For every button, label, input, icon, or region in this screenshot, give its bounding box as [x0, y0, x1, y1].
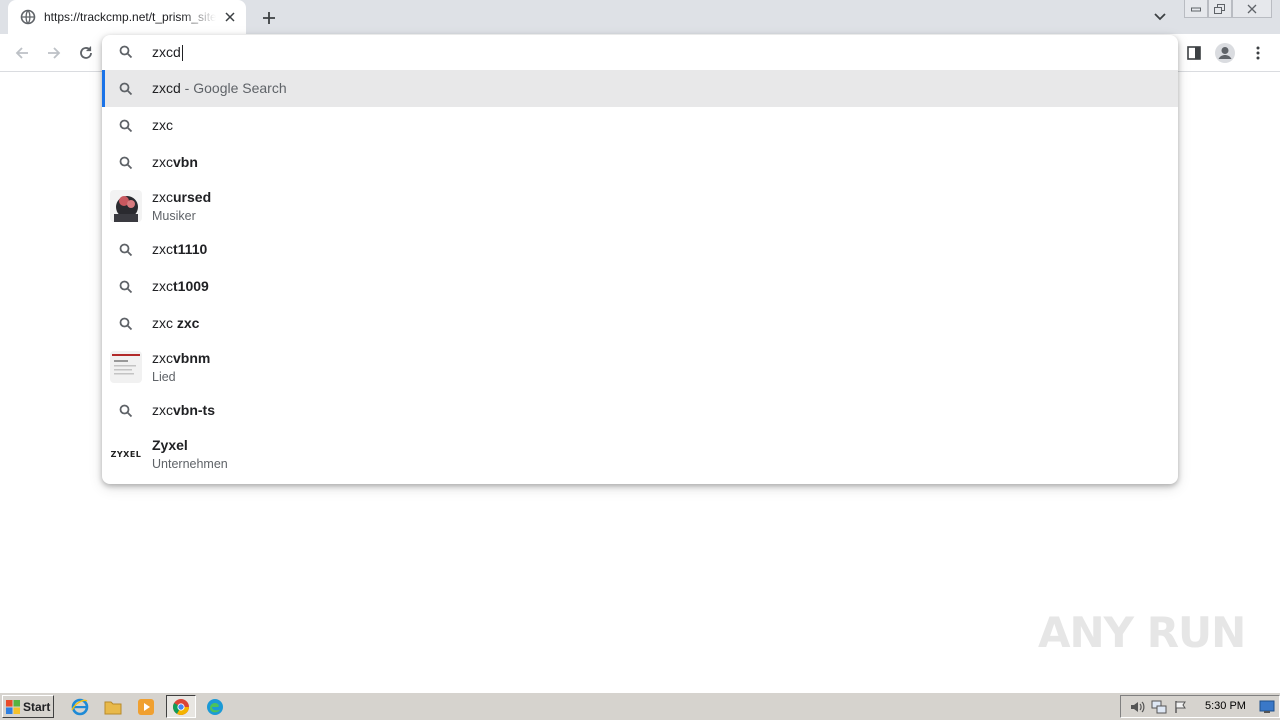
start-label: Start	[23, 699, 51, 714]
search-icon	[118, 279, 134, 295]
company-logo-text: ZYXEL	[110, 449, 142, 459]
suggestion-completion-part: vbn	[173, 154, 198, 170]
watermark: ANY RUN	[1038, 608, 1246, 657]
new-tab-button[interactable]	[258, 7, 280, 29]
suggestion-row[interactable]: zxc zxc	[102, 305, 1178, 342]
forward-arrow-icon[interactable]	[43, 42, 65, 64]
close-tab-icon[interactable]	[222, 9, 238, 25]
address-input-value[interactable]: zxcd	[152, 44, 183, 62]
suggestion-completion-part: Zyxel	[152, 437, 188, 453]
action-center-flag-icon[interactable]	[1173, 699, 1189, 715]
start-button[interactable]: Start	[2, 695, 54, 718]
suggestion-typed-part: zxc	[152, 278, 173, 294]
suggestion-row[interactable]: zxcvbn	[102, 144, 1178, 181]
text-caret	[181, 45, 183, 62]
search-icon	[118, 155, 134, 171]
suggestion-row[interactable]: zxcvbn-ts	[102, 392, 1178, 429]
suggestion-text: zxcd - Google Search	[152, 80, 287, 97]
search-icon	[118, 118, 134, 134]
suggestion-text: Zyxel	[152, 437, 188, 454]
suggestion-text: zxcvbn	[152, 154, 198, 171]
suggestion-row[interactable]: zxcursed Musiker	[102, 181, 1178, 231]
search-icon	[118, 316, 134, 332]
reload-icon[interactable]	[75, 42, 97, 64]
suggestion-completion-part: t1110	[173, 241, 208, 257]
suggestion-row[interactable]: zxc	[102, 107, 1178, 144]
windows-logo-icon	[6, 699, 20, 714]
entity-thumbnail-image	[110, 190, 142, 222]
tab-strip: https://trackcmp.net/t_prism_sitemap	[0, 0, 1280, 34]
suggestion-text: zxc	[152, 117, 173, 134]
volume-icon[interactable]	[1129, 699, 1145, 715]
suggestion-typed-part: zxc	[152, 350, 173, 366]
suggestion-row[interactable]: zxcd - Google Search	[102, 70, 1178, 107]
suggestion-row[interactable]: ZYXEL Zyxel Unternehmen	[102, 429, 1178, 479]
tab-search-chevron-icon[interactable]	[1150, 8, 1170, 26]
suggestion-typed-part: zxc	[152, 241, 173, 257]
search-icon	[118, 403, 134, 419]
suggestion-completion-part: ursed	[173, 189, 212, 205]
edge-icon[interactable]	[202, 695, 228, 718]
omnibox-dropdown: zxcd zxcd - Google Search zxc zxcvbn zxcurs…	[102, 35, 1178, 484]
close-window-button[interactable]	[1232, 0, 1272, 18]
suggestion-typed-part: zxc	[152, 402, 173, 418]
restore-button[interactable]	[1208, 0, 1232, 18]
suggestion-completion-part: t1009	[173, 278, 209, 294]
entity-thumbnail-image	[110, 351, 142, 383]
suggestion-text: zxc zxc	[152, 315, 199, 332]
minimize-button[interactable]	[1184, 0, 1208, 18]
suggestion-row[interactable]: zxcvbnm Lied	[102, 342, 1178, 392]
company-logo: ZYXEL	[110, 438, 142, 470]
suggestion-typed-part: zxc	[152, 189, 173, 205]
suggestion-suffix: - Google Search	[180, 80, 287, 96]
side-panel-icon[interactable]	[1183, 42, 1205, 64]
windows-taskbar: Start 5:30 PM	[0, 692, 1280, 720]
chrome-taskbar-icon[interactable]	[166, 695, 196, 718]
suggestion-completion-part: vbnm	[173, 350, 211, 366]
back-arrow-icon[interactable]	[11, 42, 33, 64]
menu-dots-icon[interactable]	[1247, 42, 1269, 64]
suggestion-subtitle: Musiker	[152, 209, 196, 223]
clock: 5:30 PM	[1205, 700, 1246, 712]
suggestion-text: zxcvbnm	[152, 350, 210, 367]
globe-icon	[20, 9, 36, 25]
file-explorer-icon[interactable]	[100, 695, 126, 718]
profile-avatar-icon[interactable]	[1214, 42, 1236, 64]
suggestion-text: zxct1110	[152, 241, 207, 258]
tab-title: https://trackcmp.net/t_prism_sitemap	[44, 10, 216, 24]
suggestion-subtitle: Unternehmen	[152, 457, 228, 471]
suggestion-typed-part: zxc	[152, 154, 173, 170]
show-desktop-icon[interactable]	[1259, 699, 1275, 715]
search-icon	[118, 81, 134, 97]
system-tray: 5:30 PM	[1120, 695, 1280, 718]
suggestion-text: zxcursed	[152, 189, 211, 206]
suggestion-subtitle: Lied	[152, 370, 176, 384]
suggestion-completion-part: zxc	[176, 315, 200, 331]
suggestion-text: zxcvbn-ts	[152, 402, 215, 419]
search-icon	[118, 44, 134, 60]
suggestion-text: zxct1009	[152, 278, 209, 295]
selection-indicator	[102, 70, 105, 107]
suggestion-completion-part: vbn-ts	[173, 402, 215, 418]
suggestion-typed-part: zxc	[152, 117, 173, 133]
address-bar[interactable]: zxcd	[102, 35, 1178, 70]
suggestion-row[interactable]: zxct1009	[102, 268, 1178, 305]
suggestion-row[interactable]: zxct1110	[102, 231, 1178, 268]
suggestion-typed-part: zxcd	[152, 80, 181, 96]
internet-explorer-icon[interactable]	[67, 695, 93, 718]
network-icon[interactable]	[1151, 699, 1167, 715]
suggestion-typed-part: zxc	[152, 315, 177, 331]
browser-tab[interactable]: https://trackcmp.net/t_prism_sitemap	[8, 0, 246, 34]
media-player-icon[interactable]	[133, 695, 159, 718]
search-icon	[118, 242, 134, 258]
